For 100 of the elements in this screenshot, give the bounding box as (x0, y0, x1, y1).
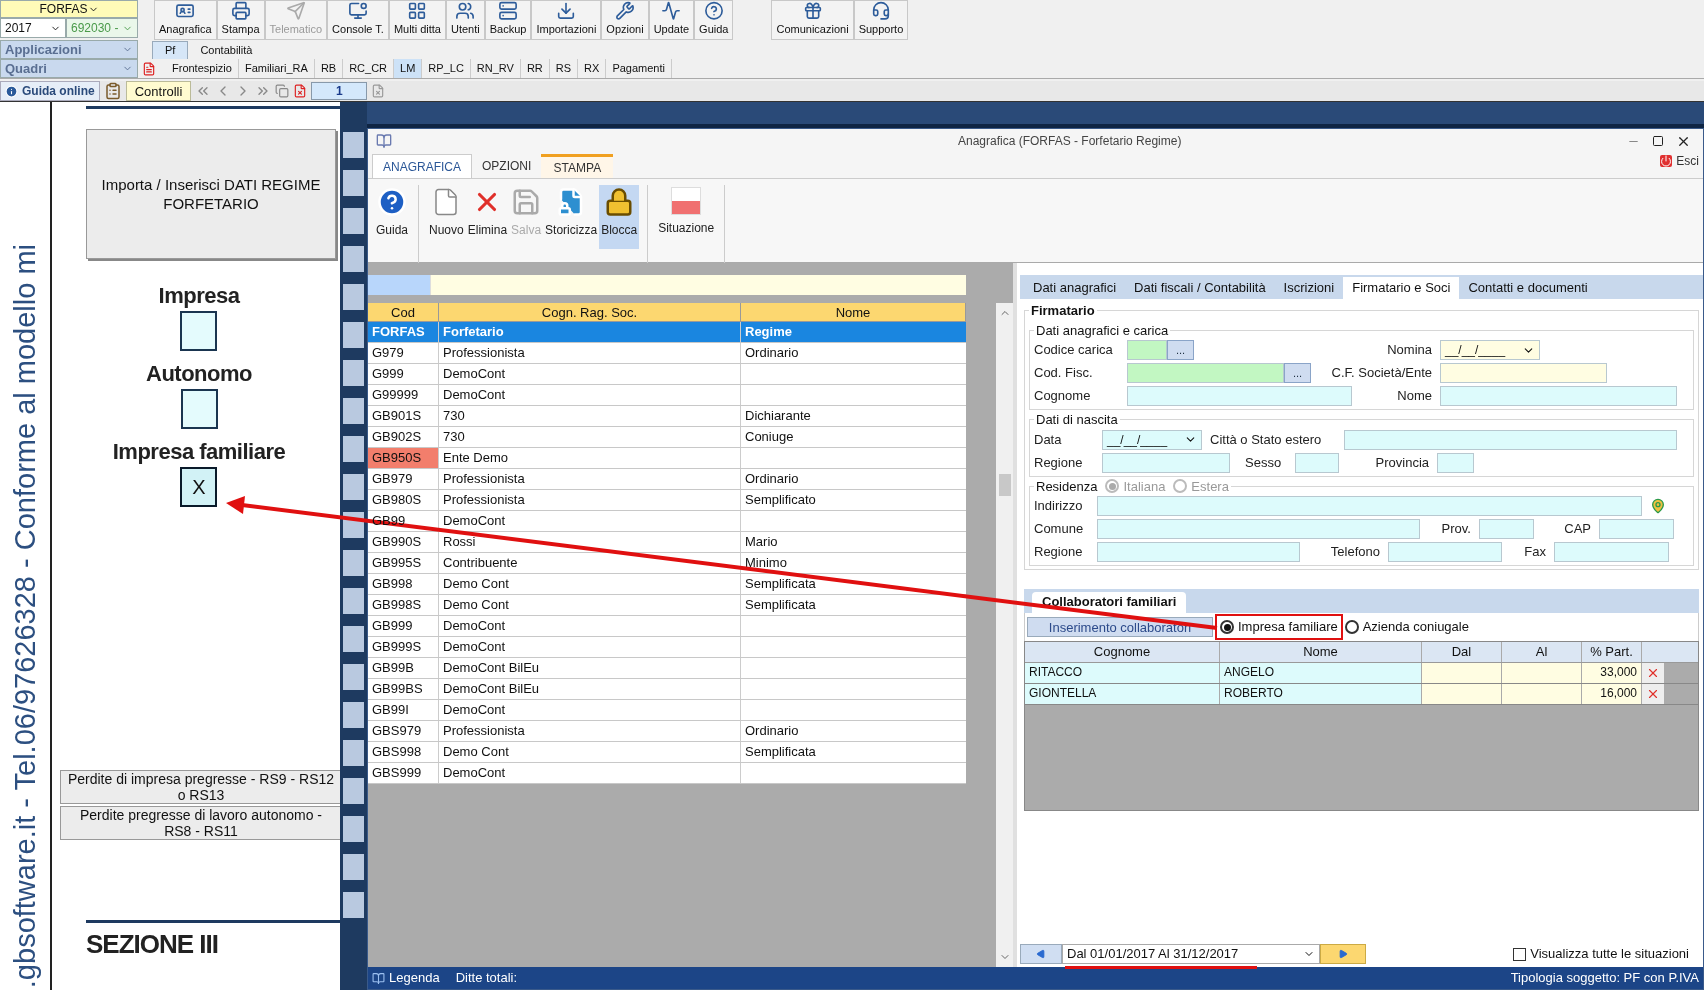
ribbon-tab[interactable]: STAMPA (541, 154, 614, 178)
table-row[interactable]: G99999 DemoCont (368, 385, 966, 406)
section-tab[interactable]: Familiari_RA (238, 59, 315, 78)
radio-button[interactable] (1105, 479, 1120, 494)
legend-button[interactable]: Legenda (389, 968, 440, 988)
checkbox[interactable] (180, 389, 218, 429)
quadri-combo[interactable]: Quadri (0, 59, 138, 78)
section-tab[interactable]: Frontespizio (166, 59, 239, 78)
checkbox[interactable]: X (180, 467, 218, 507)
input-field[interactable] (1479, 519, 1534, 539)
column-header[interactable]: Nome (741, 303, 966, 321)
input-field[interactable] (1295, 452, 1339, 473)
toolbar-button[interactable]: Opzioni (601, 0, 649, 40)
input-field[interactable] (1102, 452, 1230, 473)
detail-tab[interactable]: Firmatario e Soci (1343, 277, 1460, 299)
table-row[interactable]: GB999 DemoCont (368, 616, 966, 637)
period-combo[interactable]: Dal 01/01/2017 Al 31/12/2017 (1062, 944, 1320, 964)
input-field[interactable] (1127, 363, 1284, 383)
section-tab[interactable]: RS (549, 59, 579, 78)
section-tab[interactable]: RR (520, 59, 550, 78)
year-combo[interactable]: 2017 (0, 18, 66, 38)
module-tab[interactable]: Pf (152, 41, 189, 59)
radio-button[interactable] (1173, 479, 1188, 494)
ribbon-button[interactable]: Situazione (656, 185, 717, 249)
table-row[interactable]: G999 DemoCont (368, 364, 966, 385)
lookup-button[interactable]: ... (1167, 340, 1194, 360)
table-row[interactable]: G979 Professionista Ordinario (368, 343, 966, 364)
ribbon-button[interactable]: Guida (374, 185, 411, 249)
input-field[interactable] (1440, 363, 1607, 383)
losses-button[interactable]: Perdite pregresse di lavoro autonomo - RS8 - RS11 (60, 806, 342, 840)
toolbar-button[interactable]: Utenti (445, 0, 485, 40)
radio-button[interactable] (1344, 620, 1359, 634)
input-field[interactable] (1097, 496, 1642, 516)
input-field[interactable] (1127, 386, 1352, 406)
toolbar-button[interactable]: Console T. (327, 0, 389, 40)
column-header[interactable]: Cogn. Rag. Soc. (439, 303, 741, 321)
section-tab[interactable]: Collaboratori familiari (1032, 592, 1187, 613)
ribbon-button[interactable]: Elimina (465, 185, 510, 249)
toolbar-button[interactable]: Comunicazioni (771, 0, 854, 40)
section-tab[interactable]: RP_LC (422, 59, 471, 78)
toolbar-button[interactable]: Anagrafica (154, 0, 217, 40)
input-field[interactable] (1440, 386, 1677, 406)
input-field[interactable] (1127, 340, 1167, 360)
section-tab[interactable]: RX (578, 59, 607, 78)
delete-row-button[interactable] (1642, 684, 1664, 704)
input-field[interactable] (1344, 429, 1677, 450)
ribbon-tab[interactable]: ANAGRAFICA (372, 154, 472, 178)
detail-tab[interactable]: Dati fiscali / Contabilità (1125, 277, 1275, 299)
detail-tab[interactable]: Dati anagrafici (1024, 277, 1126, 299)
close-page-icon[interactable] (371, 84, 386, 98)
input-field[interactable] (1599, 519, 1674, 539)
filter-field[interactable] (430, 275, 966, 295)
input-field[interactable] (1097, 542, 1300, 562)
toolbar-button[interactable]: Backup (484, 0, 532, 40)
scrollbar[interactable] (996, 303, 1013, 967)
previous-period-button[interactable] (1020, 944, 1062, 964)
toolbar-button[interactable]: Stampa (216, 0, 265, 40)
insert-collaborators-button[interactable]: Inserimento collaboratori (1027, 617, 1213, 637)
checkbox[interactable] (1513, 947, 1527, 961)
table-row[interactable]: GB999S DemoCont (368, 637, 966, 658)
lookup-button[interactable]: ... (1284, 363, 1311, 383)
table-row[interactable]: GB998 Demo Cont Semplificata (368, 574, 966, 595)
maximize-icon[interactable] (1652, 135, 1664, 147)
input-field[interactable] (1097, 519, 1420, 539)
date-field[interactable]: __/__/____ (1102, 429, 1202, 450)
table-row[interactable]: GB99B DemoCont BilEu (368, 658, 966, 679)
toolbar-button[interactable]: Guida (694, 0, 734, 40)
section-tab[interactable]: Pagamenti (606, 59, 672, 78)
toolbar-button[interactable]: Supporto (853, 0, 909, 40)
table-row[interactable]: GB998S Demo Cont Semplificata (368, 595, 966, 616)
import-button[interactable]: Importa / Inserisci DATI REGIME FORFETARIO (86, 129, 336, 259)
toolbar-button[interactable]: Update (648, 0, 695, 40)
toolbar-button[interactable]: Importazioni (531, 0, 602, 40)
table-row[interactable]: GBS979 Professionista Ordinario (368, 721, 966, 742)
map-icon[interactable] (1650, 498, 1666, 514)
detail-tab[interactable]: Iscrizioni (1274, 277, 1344, 299)
table-row[interactable]: GBS999 DemoCont (368, 763, 966, 784)
exit-button[interactable]: Esci (1676, 152, 1699, 170)
date-field[interactable]: __/__/____ (1440, 340, 1540, 360)
section-tab[interactable]: RN_RV (470, 59, 521, 78)
table-row[interactable]: GB980S Professionista Semplificato (368, 490, 966, 511)
page-field[interactable]: 1 (311, 82, 368, 100)
section-tab[interactable]: RB (314, 59, 344, 78)
module-tab[interactable]: Contabilità (188, 41, 265, 59)
input-field[interactable] (1554, 542, 1669, 562)
table-row[interactable]: GB979 Professionista Ordinario (368, 469, 966, 490)
input-field[interactable] (1437, 452, 1474, 473)
table-row[interactable]: GB995S Contribuente Minimo (368, 553, 966, 574)
detail-tab[interactable]: Contatti e documenti (1459, 277, 1597, 299)
table-row[interactable]: GB99I DemoCont (368, 700, 966, 721)
table-row[interactable]: GB901S 730 Dichiarante (368, 406, 966, 427)
checkbox[interactable] (180, 311, 218, 351)
table-row[interactable]: GB902S 730 Coniuge (368, 427, 966, 448)
table-row[interactable]: GB990S Rossi Mario (368, 532, 966, 553)
filter-field[interactable] (368, 275, 430, 295)
input-field[interactable] (1388, 542, 1502, 562)
table-row[interactable]: GB99BS DemoCont BilEu (368, 679, 966, 700)
ribbon-tab[interactable]: OPZIONI (472, 154, 542, 178)
ribbon-button[interactable]: Storicizza (543, 185, 600, 249)
losses-button[interactable]: Perdite di impresa pregresse - RS9 - RS12 o RS13 (60, 770, 342, 804)
